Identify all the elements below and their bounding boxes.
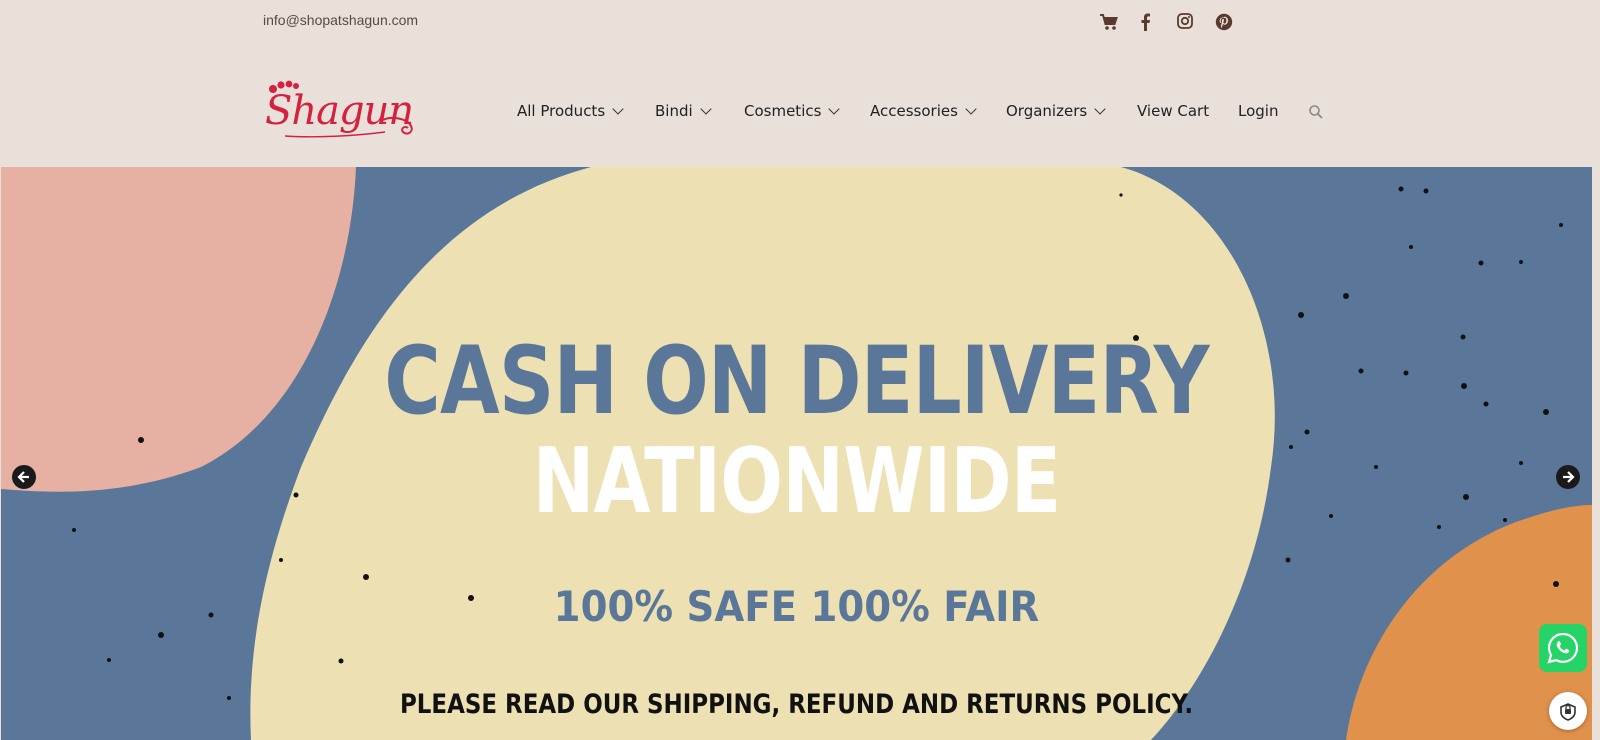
nav-label: Login: [1238, 102, 1279, 120]
nav-label: Accessories: [870, 102, 958, 120]
slider-prev-button[interactable]: [12, 465, 36, 489]
search-icon[interactable]: [1308, 104, 1324, 120]
chevron-down-icon: [699, 103, 712, 115]
chevron-down-icon: [612, 103, 624, 115]
chevron-down-icon: [828, 103, 841, 115]
nav-login[interactable]: Login: [1238, 102, 1278, 120]
shield-badge-icon: [1560, 703, 1576, 721]
arrow-right-icon: [1563, 471, 1575, 483]
nav-label: Organizers: [1006, 102, 1088, 120]
shagun-logo[interactable]: Shagun: [265, 80, 425, 144]
nav-label: All Products: [517, 102, 606, 120]
contact-email[interactable]: info@shopatshagun.com: [263, 12, 418, 28]
instagram-icon[interactable]: [1177, 13, 1199, 35]
arrow-left-icon: [17, 471, 29, 483]
banner-headline: CASH ON DELIVERY: [384, 327, 1209, 436]
site-header: Shagun All Products Bindi Cosmetics Acce…: [0, 50, 1600, 166]
slider-next-button[interactable]: [1556, 465, 1580, 489]
nav-all-products[interactable]: All Products: [517, 102, 624, 120]
logo-text: Shagun: [265, 88, 414, 134]
banner-policy-notice: PLEASE READ OUR SHIPPING, REFUND AND RET…: [399, 689, 1194, 720]
nav-label: View Cart: [1137, 102, 1210, 120]
banner-subheadline: NATIONWIDE: [532, 429, 1062, 534]
facebook-icon[interactable]: [1139, 13, 1161, 35]
top-bar: info@shopatshagun.com: [0, 0, 1600, 50]
nav-view-cart[interactable]: View Cart: [1137, 102, 1209, 120]
cart-icon[interactable]: [1099, 13, 1121, 35]
nav-accessories[interactable]: Accessories: [870, 102, 977, 120]
nav-cosmetics[interactable]: Cosmetics: [744, 102, 841, 120]
nav-label: Bindi: [655, 102, 693, 120]
pinterest-icon[interactable]: [1215, 13, 1237, 35]
chevron-down-icon: [1094, 103, 1106, 115]
whatsapp-button[interactable]: [1539, 624, 1587, 672]
whatsapp-icon: [1547, 632, 1579, 664]
banner-tagline: 100% SAFE 100% FAIR: [553, 582, 1040, 631]
chevron-down-icon: [965, 103, 977, 115]
shield-badge-button[interactable]: [1549, 692, 1587, 730]
nav-label: Cosmetics: [744, 102, 822, 120]
nav-bindi[interactable]: Bindi: [655, 102, 712, 120]
hero-banner: CASH ON DELIVERY NATIONWIDE 100% SAFE 10…: [1, 167, 1592, 740]
nav-organizers[interactable]: Organizers: [1006, 102, 1106, 120]
